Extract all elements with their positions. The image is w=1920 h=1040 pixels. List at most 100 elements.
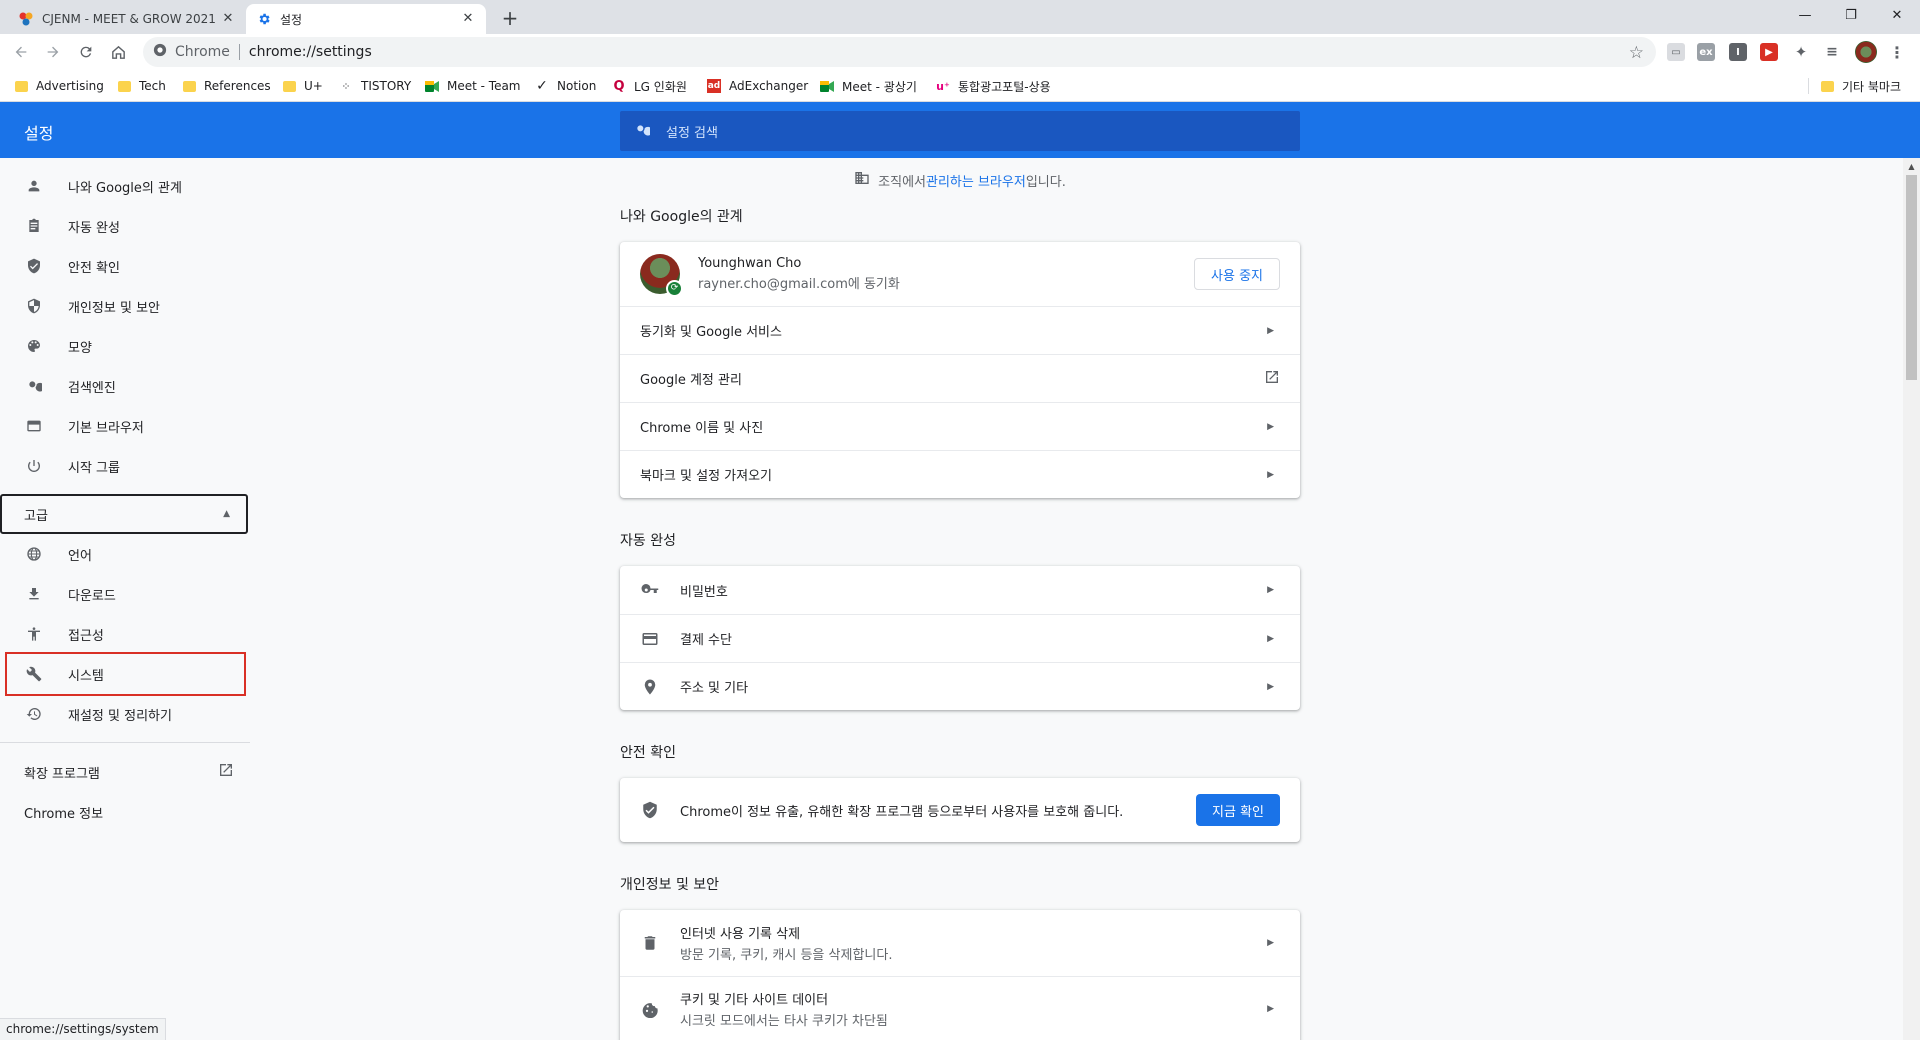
credit-card-icon bbox=[640, 629, 660, 649]
bookmark-adexchanger[interactable]: ad AdExchanger bbox=[707, 77, 808, 95]
bookmark-references[interactable]: References bbox=[182, 77, 271, 95]
sidebar-item-appearance[interactable]: 모양 bbox=[0, 326, 250, 366]
passwords-row[interactable]: 비밀번호 ▶ bbox=[620, 566, 1300, 614]
sidebar-item-label: 재설정 및 정리하기 bbox=[68, 708, 172, 724]
sync-services-row[interactable]: 동기화 및 Google 서비스 ▶ bbox=[620, 306, 1300, 354]
reading-list-icon[interactable]: ≡ bbox=[1823, 43, 1841, 61]
puzzle-icon[interactable]: ✦ bbox=[1792, 43, 1810, 61]
forward-icon[interactable] bbox=[39, 38, 67, 66]
clipboard-icon bbox=[24, 216, 44, 236]
bookmark-meet-2[interactable]: Meet - 광상기 bbox=[820, 77, 917, 95]
chevron-right-icon: ▶ bbox=[1267, 938, 1274, 948]
tab-cjenm[interactable]: CJENM - MEET & GROW 2021 ✕ bbox=[8, 4, 246, 34]
cjenm-favicon-icon bbox=[18, 11, 34, 27]
ad-icon: ad bbox=[707, 79, 721, 93]
bookmark-label: AdExchanger bbox=[729, 79, 809, 93]
new-tab-button[interactable]: + bbox=[497, 6, 523, 32]
sidebar-item-label: 검색엔진 bbox=[68, 380, 116, 396]
section-title-you-google: 나와 Google의 관계 bbox=[620, 209, 743, 225]
chevron-right-icon: ▶ bbox=[1267, 325, 1274, 336]
home-icon[interactable] bbox=[104, 38, 132, 66]
bookmark-notion[interactable]: ✓ Notion bbox=[535, 77, 596, 95]
menu-dots-icon[interactable]: ⋮ bbox=[1888, 43, 1906, 62]
uplus-icon: u⁺ bbox=[936, 79, 950, 93]
sidebar-item-on-startup[interactable]: 시작 그룹 bbox=[0, 446, 250, 486]
tab-close-icon[interactable]: ✕ bbox=[460, 11, 476, 27]
search-icon bbox=[634, 122, 653, 140]
extension-3-icon[interactable]: I bbox=[1729, 43, 1747, 61]
power-icon bbox=[24, 456, 44, 476]
other-bookmarks[interactable]: 기타 북마크 bbox=[1820, 77, 1901, 95]
turn-off-sync-button[interactable]: 사용 중지 bbox=[1194, 258, 1280, 290]
tab-settings[interactable]: 설정 ✕ bbox=[246, 4, 486, 34]
bookmark-label: U+ bbox=[304, 79, 323, 93]
chevron-right-icon: ▶ bbox=[1267, 469, 1274, 480]
safety-row: Chrome이 정보 유출, 유해한 확장 프로그램 등으로부터 사용자를 보호… bbox=[620, 778, 1300, 842]
clear-browsing-row[interactable]: 인터넷 사용 기록 삭제 방문 기록, 쿠키, 캐시 등을 삭제합니다. ▶ bbox=[620, 910, 1300, 976]
sidebar-item-safety-check[interactable]: 안전 확인 bbox=[0, 246, 250, 286]
download-icon bbox=[24, 584, 44, 604]
bookmark-label: Notion bbox=[557, 79, 597, 93]
omnibox[interactable]: Chrome chrome://settings ☆ bbox=[143, 37, 1656, 67]
sidebar-item-privacy[interactable]: 개인정보 및 보안 bbox=[0, 286, 250, 326]
managed-browser-link[interactable]: 관리하는 브라우저 bbox=[926, 171, 1026, 190]
sidebar-item-label: 개인정보 및 보안 bbox=[68, 300, 160, 316]
sidebar-extensions-link[interactable]: 확장 프로그램 bbox=[24, 762, 234, 782]
addresses-row[interactable]: 주소 및 기타 ▶ bbox=[620, 662, 1300, 710]
payment-methods-row[interactable]: 결제 수단 ▶ bbox=[620, 614, 1300, 662]
sidebar-item-autofill[interactable]: 자동 완성 bbox=[0, 206, 250, 246]
globe-icon bbox=[24, 544, 44, 564]
sidebar-item-languages[interactable]: 언어 bbox=[0, 534, 250, 574]
chrome-name-photo-row[interactable]: Chrome 이름 및 사진 ▶ bbox=[620, 402, 1300, 450]
gear-icon bbox=[256, 11, 272, 27]
bookmark-tech[interactable]: Tech bbox=[117, 77, 166, 95]
sync-icon: ⟳ bbox=[666, 280, 683, 297]
sidebar-item-you-google[interactable]: 나와 Google의 관계 bbox=[0, 166, 250, 206]
bookmark-label: Meet - 광상기 bbox=[842, 79, 917, 94]
extension-2-icon[interactable]: ex bbox=[1697, 43, 1715, 61]
bookmark-advertising[interactable]: Advertising bbox=[14, 77, 104, 95]
bookmark-uplus-portal[interactable]: u⁺ 통합광고포털-상용 bbox=[936, 77, 1050, 95]
extensions-label: 확장 프로그램 bbox=[24, 766, 100, 782]
bookmark-tistory[interactable]: ⁘ TISTORY bbox=[339, 77, 411, 95]
profile-avatar[interactable] bbox=[1855, 41, 1877, 63]
tab-close-icon[interactable]: ✕ bbox=[220, 11, 236, 27]
scroll-up-arrow[interactable]: ▲ bbox=[1903, 158, 1920, 175]
bookmark-lg[interactable]: Q LG 인화원 bbox=[612, 77, 686, 95]
bookmark-uplus[interactable]: U+ bbox=[282, 77, 323, 95]
managed-prefix: 조직에서 bbox=[878, 174, 926, 190]
section-title-safety: 안전 확인 bbox=[620, 745, 676, 761]
back-icon[interactable] bbox=[7, 38, 35, 66]
sidebar-item-default-browser[interactable]: 기본 브라우저 bbox=[0, 406, 250, 446]
minimize-button[interactable]: — bbox=[1782, 0, 1828, 30]
bookmark-meet-team[interactable]: Meet - Team bbox=[425, 77, 521, 95]
folder-icon bbox=[14, 79, 28, 93]
reload-icon[interactable] bbox=[72, 38, 100, 66]
bookmark-star-icon[interactable]: ☆ bbox=[1629, 43, 1644, 63]
url-text[interactable]: chrome://settings bbox=[249, 44, 372, 60]
sidebar-item-system[interactable]: 시스템 bbox=[5, 652, 246, 696]
extension-4-icon[interactable]: ▶ bbox=[1760, 43, 1778, 61]
omnibox-separator bbox=[238, 44, 240, 60]
accessibility-icon bbox=[24, 624, 44, 644]
sidebar-item-search-engine[interactable]: 검색엔진 bbox=[0, 366, 250, 406]
sidebar-item-label: 접근성 bbox=[68, 628, 104, 644]
key-icon bbox=[640, 580, 660, 600]
settings-search-input[interactable]: 설정 검색 bbox=[620, 111, 1300, 151]
sidebar-advanced-toggle[interactable]: 고급 ▲ bbox=[0, 494, 248, 534]
shield-check-icon bbox=[24, 256, 44, 276]
extension-1-icon[interactable]: ▭ bbox=[1667, 43, 1685, 61]
sidebar-item-accessibility[interactable]: 접근성 bbox=[0, 614, 250, 654]
check-now-button[interactable]: 지금 확인 bbox=[1196, 794, 1280, 826]
import-bookmarks-row[interactable]: 북마크 및 설정 가져오기 ▶ bbox=[620, 450, 1300, 498]
tistory-icon: ⁘ bbox=[341, 79, 351, 93]
scrollbar-thumb[interactable] bbox=[1906, 175, 1917, 380]
sidebar-about-chrome[interactable]: Chrome 정보 bbox=[24, 803, 103, 822]
cookies-row[interactable]: 쿠키 및 기타 사이트 데이터 시크릿 모드에서는 타사 쿠키가 차단됨 ▶ bbox=[620, 976, 1300, 1040]
bookmark-label: 기타 북마크 bbox=[1842, 79, 1902, 94]
sidebar-item-reset[interactable]: 재설정 및 정리하기 bbox=[0, 694, 250, 734]
sidebar-item-downloads[interactable]: 다운로드 bbox=[0, 574, 250, 614]
close-window-button[interactable]: ✕ bbox=[1874, 0, 1920, 30]
manage-account-row[interactable]: Google 계정 관리 bbox=[620, 354, 1300, 402]
restore-button[interactable]: ❐ bbox=[1828, 0, 1874, 30]
